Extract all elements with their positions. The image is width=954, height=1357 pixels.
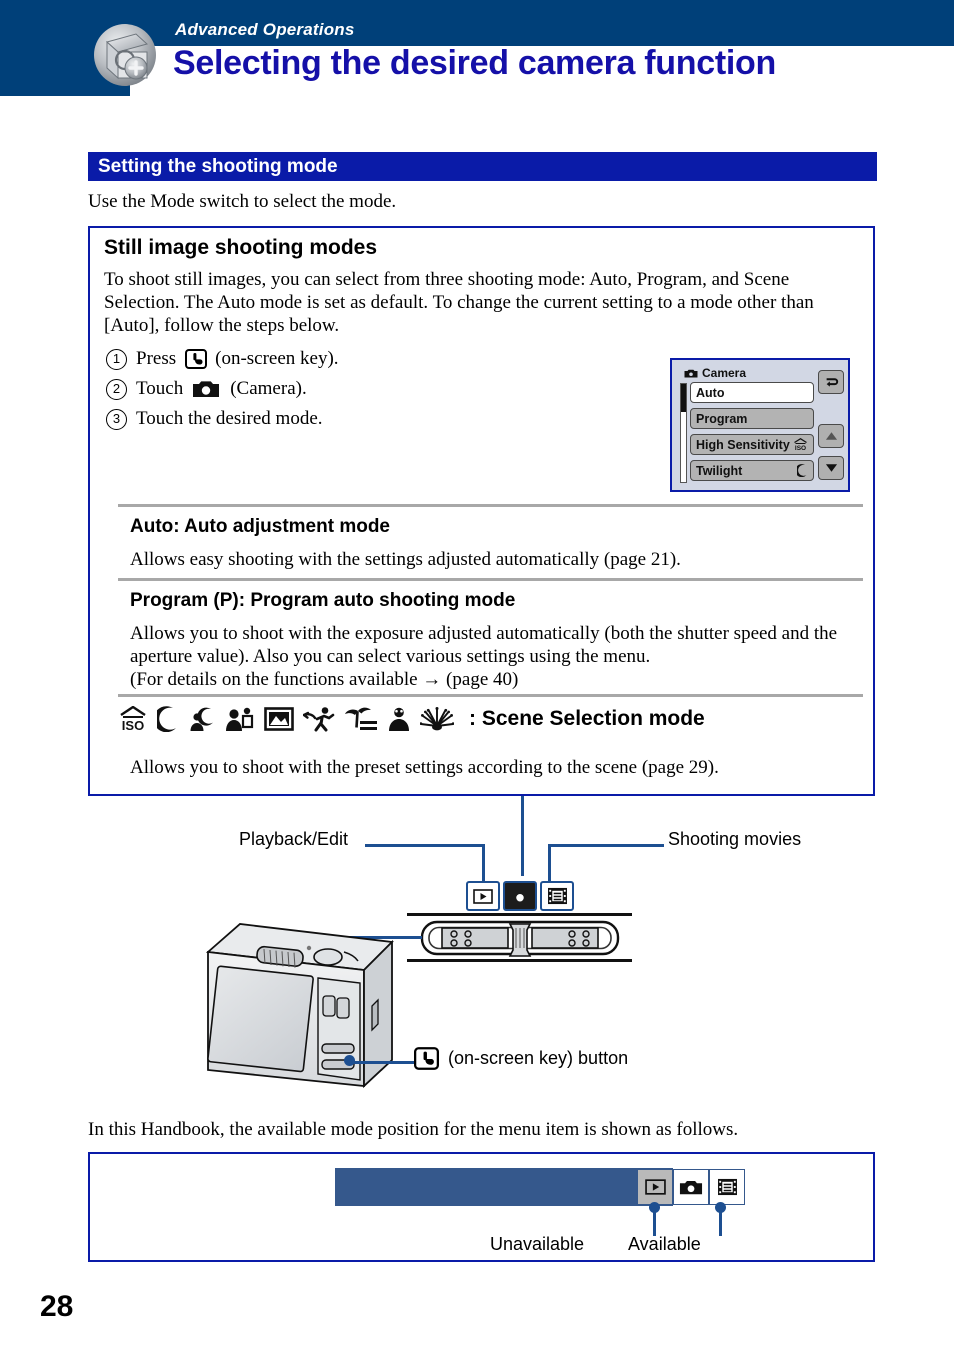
divider-2 xyxy=(118,578,863,581)
landscape-icon xyxy=(264,706,294,732)
still-image-modes-box: Still image shooting modes To shoot stil… xyxy=(88,226,875,796)
lcd-option-label: Program xyxy=(696,411,748,426)
svg-text:ISO: ISO xyxy=(122,718,144,732)
scene-selection-text: Allows you to shoot with the preset sett… xyxy=(130,757,719,778)
high-speed-shutter-icon xyxy=(303,706,335,732)
return-arrow-icon xyxy=(826,377,838,387)
legend-lead: In this Handbook, the available mode pos… xyxy=(88,1119,739,1140)
callout-line-left-h xyxy=(365,844,485,847)
lcd-scrollbar-thumb[interactable] xyxy=(681,384,686,412)
page-title: Selecting the desired camera function xyxy=(173,44,776,82)
lcd-title: Camera xyxy=(702,366,747,380)
divider-1 xyxy=(118,504,863,507)
scene-selection-icon-row: ISO: Scene Selection mode xyxy=(118,706,705,732)
legend-caption-available: Available xyxy=(628,1234,701,1254)
triangle-up-icon xyxy=(825,432,837,440)
legend-stem-unavailable xyxy=(653,1208,656,1236)
scene-selection-label: : Scene Selection mode xyxy=(469,707,705,730)
lcd-option-label: Twilight xyxy=(696,463,743,478)
auto-mode-heading: Auto: Auto adjustment mode xyxy=(130,516,390,537)
camera-plus-icon xyxy=(92,22,158,88)
callout-line-right-v xyxy=(548,844,551,884)
onscreen-key-leader-dot xyxy=(344,1055,355,1066)
callout-playback-label: Playback/Edit xyxy=(239,829,349,849)
auto-mode-text: Allows easy shooting with the settings a… xyxy=(130,549,681,570)
on-screen-key-icon xyxy=(414,1047,439,1070)
callout-line-left-v xyxy=(482,844,485,884)
step-text-after: (Camera). xyxy=(230,378,307,399)
iso-icon: ISO xyxy=(793,438,808,451)
camera-icon xyxy=(684,368,698,379)
camera-lcd-screenshot: Camera Auto Program High Sensitivity ISO… xyxy=(670,358,850,492)
twilight-portrait-icon xyxy=(188,706,216,732)
page-number: 28 xyxy=(40,1290,74,1323)
triangle-down-icon xyxy=(825,464,837,472)
divider-3 xyxy=(118,694,863,697)
twilight-moon-icon xyxy=(157,706,179,732)
lcd-back-button[interactable] xyxy=(818,370,844,394)
camera-rear-view-illustration xyxy=(196,918,406,1113)
legend-box: Unavailable Available xyxy=(88,1152,875,1262)
onscreen-key-callout: (on-screen key) button xyxy=(414,1047,628,1070)
step-1: 1 Press (on-screen key). xyxy=(106,348,526,370)
svg-text:ISO: ISO xyxy=(795,445,806,451)
lcd-option-label: Auto xyxy=(696,385,725,400)
still-camera-mode-icon[interactable] xyxy=(503,881,537,911)
lcd-option-high-sensitivity[interactable]: High Sensitivity ISO xyxy=(690,434,814,455)
mode-switch-detail-rule-bottom xyxy=(407,959,632,962)
section-bar-title: Setting the shooting mode xyxy=(98,156,338,177)
lcd-header: Camera xyxy=(684,366,746,380)
lcd-scroll-up-button[interactable] xyxy=(818,424,844,448)
step-2: 2 Touch (Camera). xyxy=(106,378,526,400)
step-number: 3 xyxy=(106,408,127,430)
section-lead: Use the Mode switch to select the mode. xyxy=(88,191,397,212)
step-text-before: Press xyxy=(136,348,177,369)
steps-list: 1 Press (on-screen key). 2 Touch (Camera xyxy=(106,348,526,438)
beach-icon xyxy=(344,706,378,732)
step-3: 3 Touch the desired mode. xyxy=(106,408,526,430)
step-number: 1 xyxy=(106,348,127,370)
still-image-modes-paragraph: To shoot still images, you can select fr… xyxy=(104,269,814,337)
lcd-scroll-down-button[interactable] xyxy=(818,456,844,480)
still-image-modes-title: Still image shooting modes xyxy=(104,236,378,259)
header-kicker: Advanced Operations xyxy=(175,20,355,39)
iso-high-sensitivity-icon: ISO xyxy=(118,706,148,732)
legend-movie-mode-icon xyxy=(709,1169,745,1205)
callout-movies-label: Shooting movies xyxy=(668,829,802,849)
snow-icon xyxy=(387,706,411,732)
onscreen-key-leader-line xyxy=(350,1061,414,1064)
soft-snap-icon xyxy=(225,706,255,732)
camera-icon xyxy=(192,379,220,399)
callout-stem-center xyxy=(521,796,524,876)
section-bar: Setting the shooting mode xyxy=(88,152,877,181)
step-number: 2 xyxy=(106,378,127,400)
mode-switch-enlarged-illustration xyxy=(420,918,620,958)
fireworks-icon xyxy=(420,706,454,732)
on-screen-key-icon xyxy=(185,349,208,369)
step-text-before: Touch xyxy=(136,378,184,399)
step-text-before: Touch the desired mode. xyxy=(136,408,323,429)
legend-still-camera-mode-icon xyxy=(673,1169,709,1205)
page-header: Advanced Operations Selecting the desire… xyxy=(0,0,954,100)
program-mode-heading: Program (P): Program auto shooting mode xyxy=(130,590,516,611)
moon-icon xyxy=(797,464,808,477)
legend-stem-available xyxy=(719,1208,722,1236)
callout-line-right-h xyxy=(548,844,664,847)
playback-mode-icon[interactable] xyxy=(466,881,500,911)
mode-switch-detail-rule-top xyxy=(407,913,632,916)
movie-mode-icon[interactable] xyxy=(540,881,574,911)
legend-playback-mode-icon xyxy=(637,1169,673,1205)
lcd-scrollbar[interactable] xyxy=(680,383,687,483)
lcd-option-label: High Sensitivity xyxy=(696,437,790,452)
onscreen-key-caption: (on-screen key) button xyxy=(448,1048,629,1068)
legend-caption-unavailable: Unavailable xyxy=(490,1234,585,1254)
step-text-after: (on-screen key). xyxy=(215,348,339,369)
lcd-option-auto[interactable]: Auto xyxy=(690,382,814,403)
legend-bar xyxy=(335,1168,673,1206)
mode-switch-diagram: Playback/Edit Shooting movies (on-screen… xyxy=(0,796,954,1126)
program-mode-text: Allows you to shoot with the exposure ad… xyxy=(130,623,838,691)
lcd-option-program[interactable]: Program xyxy=(690,408,814,429)
lcd-option-twilight[interactable]: Twilight xyxy=(690,460,814,481)
